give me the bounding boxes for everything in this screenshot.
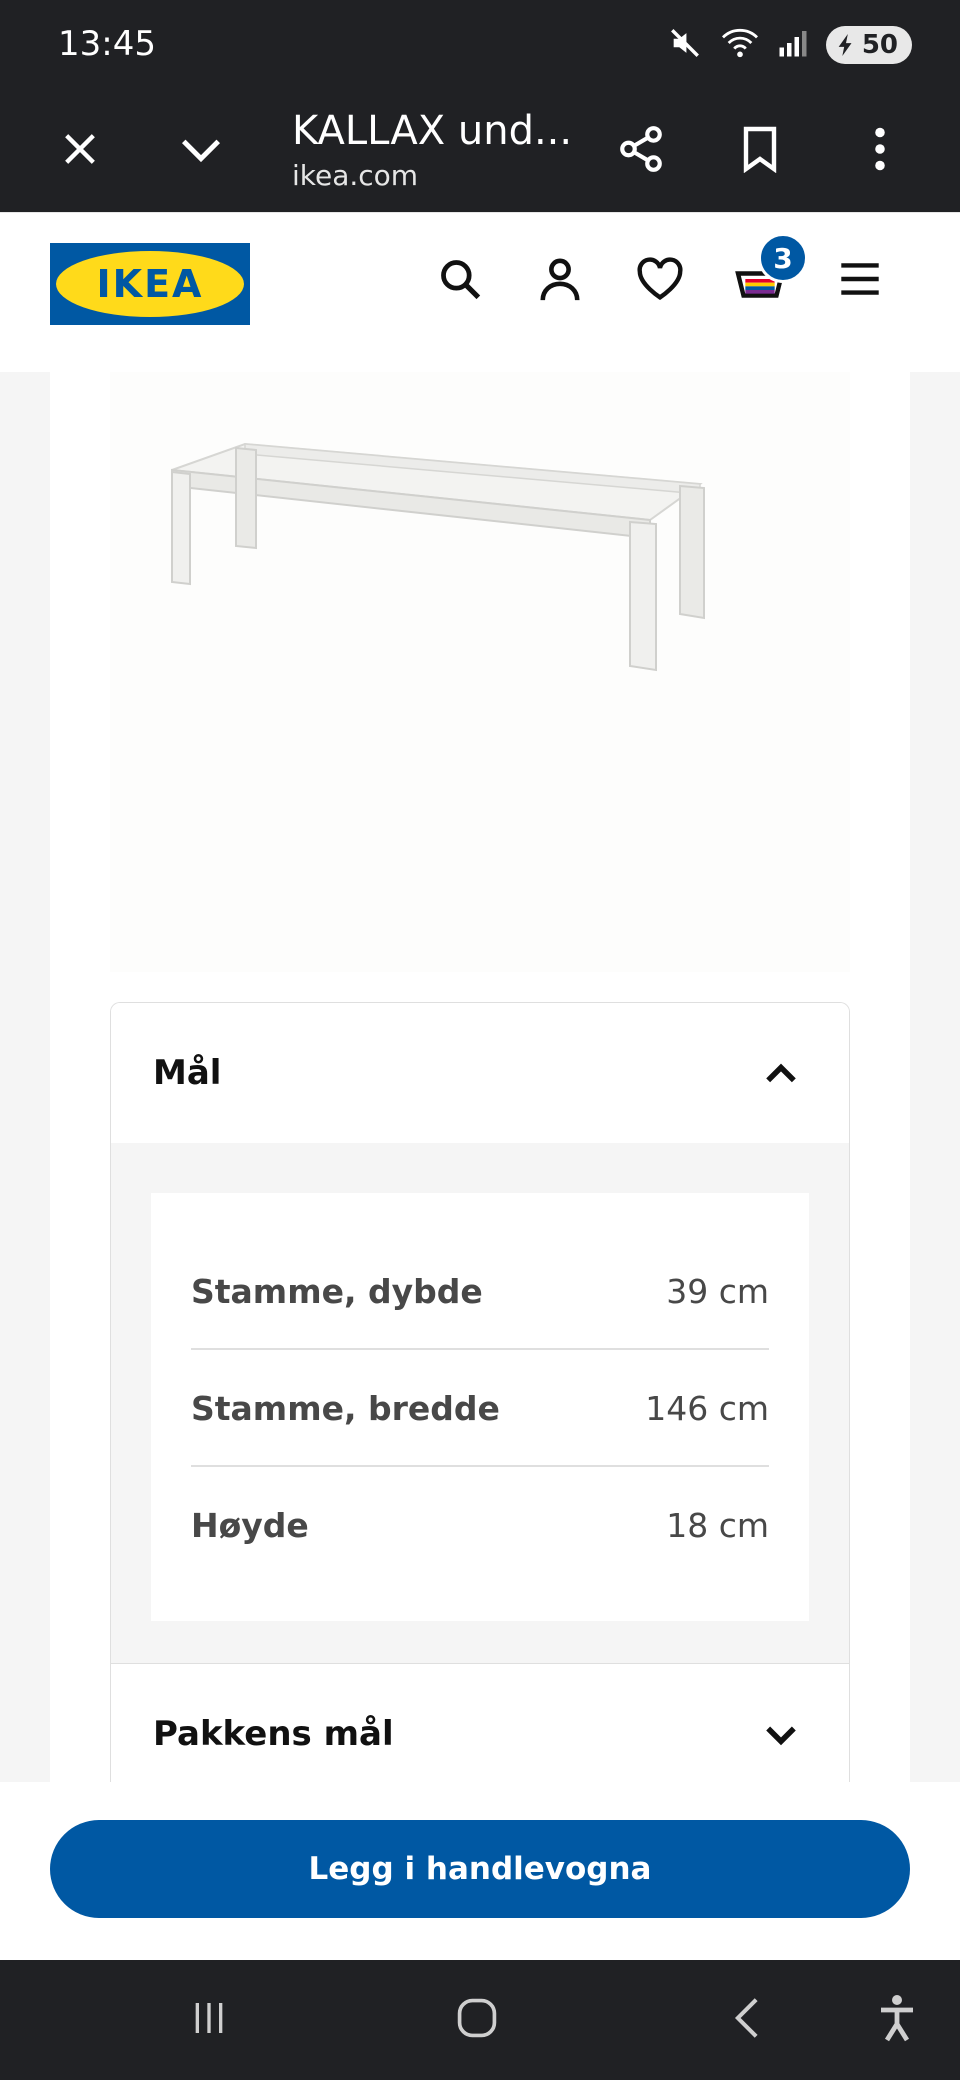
dimensions-accordion-body: Stamme, dybde 39 cm Stamme, bredde 146 c… [111, 1143, 849, 1664]
more-vertical-icon [874, 127, 886, 175]
chevron-down-icon [178, 126, 224, 176]
hamburger-menu-icon [839, 262, 881, 300]
status-icons: 50 [668, 24, 912, 66]
package-dimensions-title: Pakkens mål [153, 1714, 394, 1754]
menu-button[interactable] [828, 249, 892, 313]
package-dimensions-accordion-header[interactable]: Pakkens mål [111, 1664, 849, 1783]
share-button[interactable] [606, 116, 676, 186]
dimension-row: Høyde 18 cm [191, 1467, 769, 1583]
dimensions-accordion: Mål Stamme, dybde 39 cm Stamme, bredde 1… [110, 1002, 850, 1783]
home-button[interactable] [442, 1990, 512, 2050]
chevron-up-icon [759, 1051, 803, 1095]
system-navigation-bar [0, 1960, 960, 2080]
add-to-cart-bar: Legg i handlevogna [0, 1782, 960, 1960]
kallax-underframe-illustration [171, 442, 705, 672]
dimension-row: Stamme, dybde 39 cm [191, 1233, 769, 1349]
page-content: Mål Stamme, dybde 39 cm Stamme, bredde 1… [0, 372, 960, 1783]
minimize-tab-button[interactable] [166, 116, 236, 186]
close-tab-button[interactable] [45, 116, 115, 186]
product-image [110, 372, 850, 972]
dimensions-title: Mål [153, 1053, 222, 1093]
search-button[interactable] [428, 249, 492, 313]
page-domain: ikea.com [292, 159, 419, 192]
account-button[interactable] [528, 249, 592, 313]
add-to-cart-button[interactable]: Legg i handlevogna [50, 1820, 910, 1918]
dimensions-accordion-header[interactable]: Mål [111, 1003, 849, 1143]
mute-icon [668, 26, 702, 64]
search-icon [438, 257, 482, 305]
recent-apps-icon [189, 1998, 229, 2042]
more-options-button[interactable] [845, 116, 915, 186]
recent-apps-button[interactable] [174, 1990, 244, 2050]
status-bar: 13:45 50 [0, 0, 960, 90]
logo-text: IKEA [97, 262, 204, 306]
dimension-label: Stamme, dybde [191, 1271, 483, 1311]
back-icon [727, 1996, 767, 2044]
dimension-label: Stamme, bredde [191, 1388, 500, 1428]
battery-level: 50 [861, 30, 898, 60]
battery-icon: 50 [825, 26, 912, 64]
chevron-down-icon [759, 1712, 803, 1756]
wishlist-button[interactable] [628, 249, 692, 313]
accessibility-button[interactable] [862, 1990, 932, 2050]
dimensions-card: Stamme, dybde 39 cm Stamme, bredde 146 c… [151, 1193, 809, 1621]
cart-count-badge: 3 [758, 233, 808, 283]
dimension-value: 39 cm [666, 1271, 769, 1311]
status-time: 13:45 [58, 24, 156, 64]
dimension-value: 146 cm [645, 1388, 769, 1428]
browser-toolbar: KALLAX und... ikea.com [0, 90, 960, 212]
product-panel: Mål Stamme, dybde 39 cm Stamme, bredde 1… [50, 372, 910, 1783]
dimension-row: Stamme, bredde 146 cm [191, 1350, 769, 1466]
home-icon [455, 1996, 499, 2044]
bookmark-button[interactable] [725, 116, 795, 186]
accessibility-icon [877, 1994, 917, 2046]
page-title: KALLAX und... [292, 108, 573, 154]
close-icon [60, 129, 100, 173]
browser-title-area[interactable]: KALLAX und... ikea.com [292, 90, 572, 212]
user-icon [537, 256, 583, 306]
back-button[interactable] [712, 1990, 782, 2050]
signal-icon [778, 28, 808, 62]
bookmark-icon [738, 125, 782, 177]
ikea-logo[interactable]: IKEA [50, 243, 250, 325]
share-icon [616, 124, 666, 178]
site-header: IKEA 3 [0, 212, 960, 373]
dimension-value: 18 cm [666, 1505, 769, 1545]
wifi-icon [720, 26, 760, 64]
heart-icon [636, 257, 684, 305]
dimension-label: Høyde [191, 1505, 309, 1545]
